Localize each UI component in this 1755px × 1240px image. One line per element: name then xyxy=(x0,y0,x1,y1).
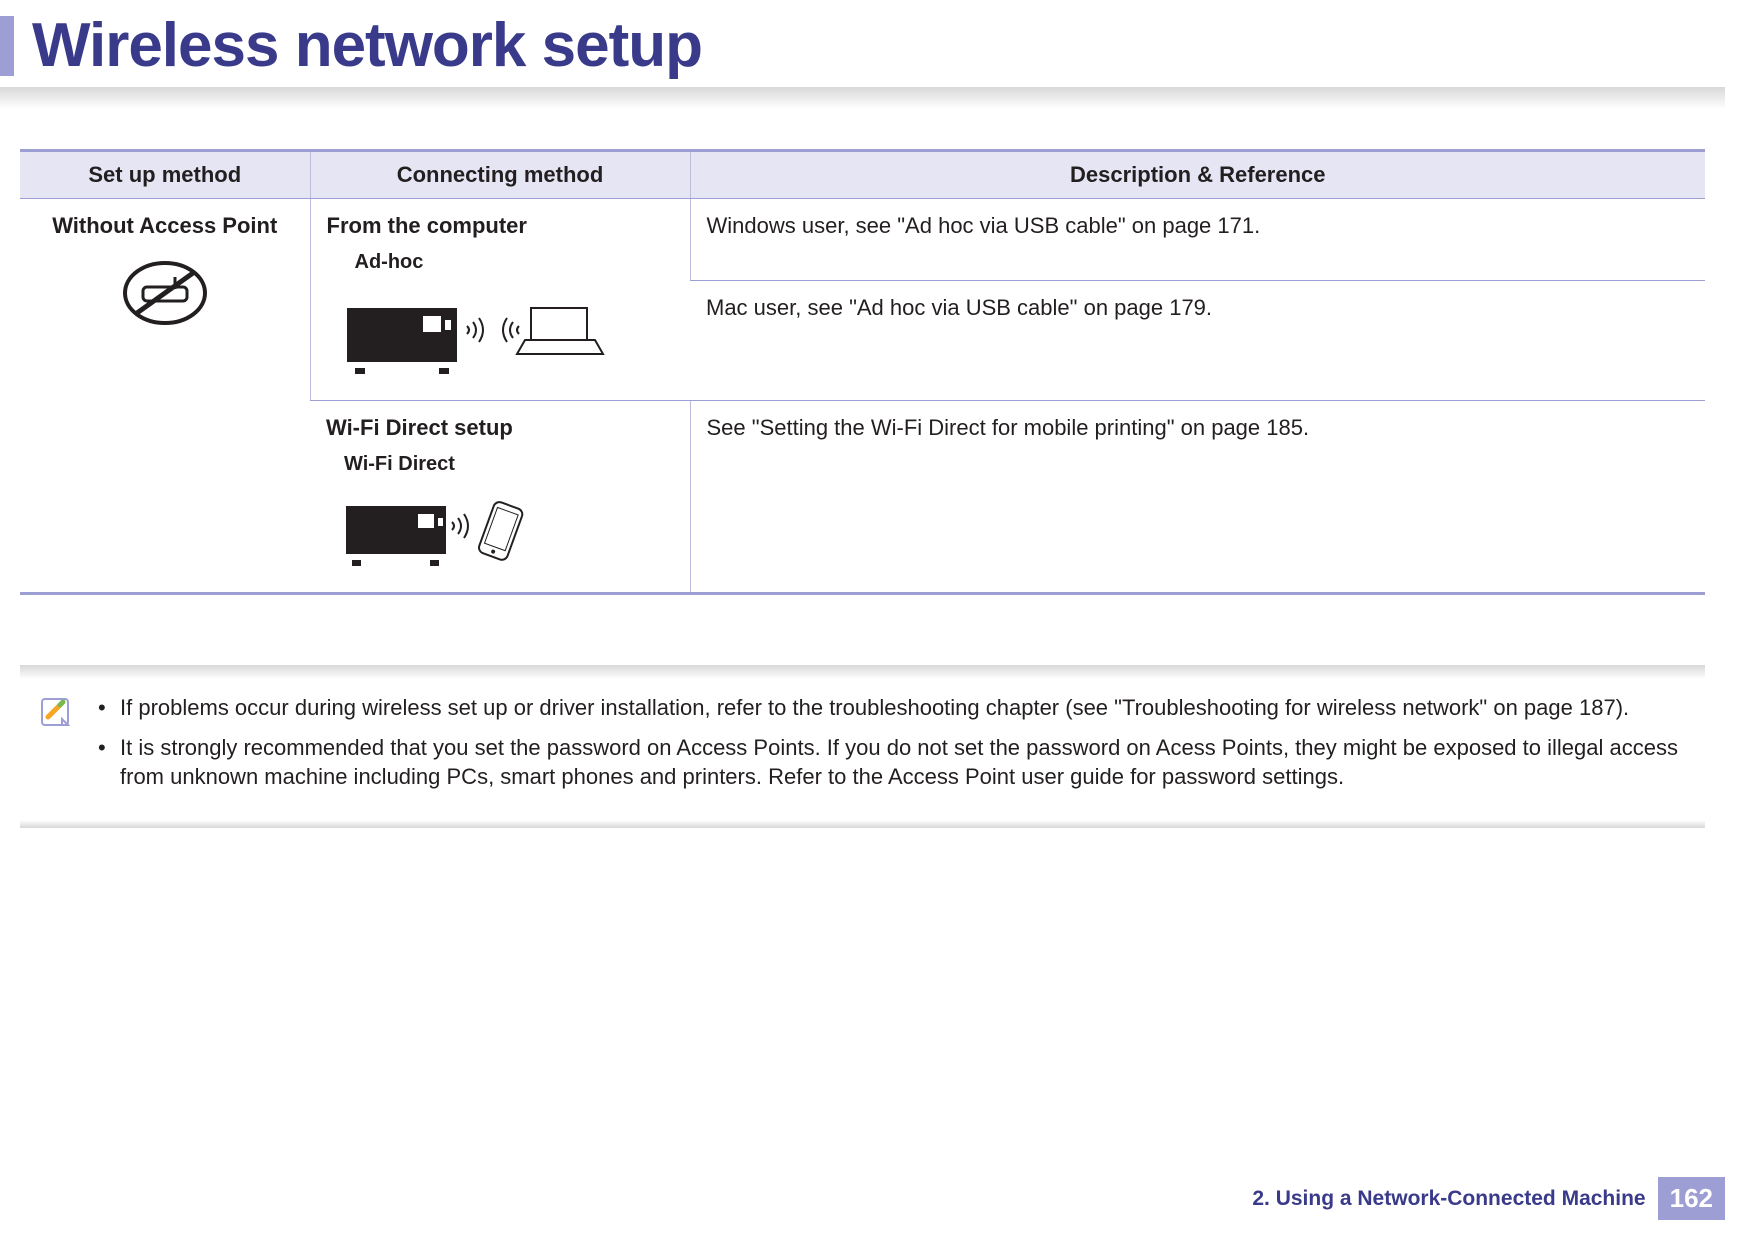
footer-chapter: 2. Using a Network-Connected Machine xyxy=(1252,1187,1645,1211)
th-connecting-method: Connecting method xyxy=(310,151,690,199)
note-item-1: If problems occur during wireless set up… xyxy=(94,693,1687,723)
cell-desc-windows: Windows user, see "Ad hoc via USB cable"… xyxy=(690,199,1705,281)
cell-setup-method: Without Access Point xyxy=(20,199,310,594)
wifi-direct-label: Wi-Fi Direct xyxy=(326,453,674,476)
cell-conn-wifi-direct: Wi-Fi Direct setup Wi-Fi Direct xyxy=(310,401,690,594)
title-accent xyxy=(0,16,14,76)
title-bar: Wireless network setup xyxy=(0,0,1725,81)
notes-panel: If problems occur during wireless set up… xyxy=(20,665,1705,828)
page-title: Wireless network setup xyxy=(32,10,702,81)
notes-top-shadow xyxy=(20,665,1705,679)
adhoc-label: Ad-hoc xyxy=(327,251,674,274)
th-setup-method: Set up method xyxy=(20,151,310,199)
th-description: Description & Reference xyxy=(690,151,1705,199)
note-icon xyxy=(38,695,72,729)
cell-desc-wifi-direct: See "Setting the Wi-Fi Direct for mobile… xyxy=(690,401,1705,594)
title-shadow xyxy=(0,87,1725,109)
notes-bottom-shadow xyxy=(20,820,1705,828)
setup-table: Set up method Connecting method Descript… xyxy=(20,149,1705,595)
page-footer: 2. Using a Network-Connected Machine 162 xyxy=(1252,1177,1725,1220)
no-access-point-icon xyxy=(119,257,211,329)
setup-method-label: Without Access Point xyxy=(36,213,294,239)
cell-conn-from-computer: From the computer Ad-hoc xyxy=(310,199,690,401)
cell-desc-mac: Mac user, see "Ad hoc via USB cable" on … xyxy=(690,281,1705,401)
conn-title-from-computer: From the computer xyxy=(327,213,674,239)
adhoc-icon xyxy=(327,278,607,378)
footer-page-number: 162 xyxy=(1658,1177,1725,1220)
conn-title-wifi-direct: Wi-Fi Direct setup xyxy=(326,415,674,441)
note-item-2: It is strongly recommended that you set … xyxy=(94,733,1687,792)
wifi-direct-icon xyxy=(326,480,546,570)
